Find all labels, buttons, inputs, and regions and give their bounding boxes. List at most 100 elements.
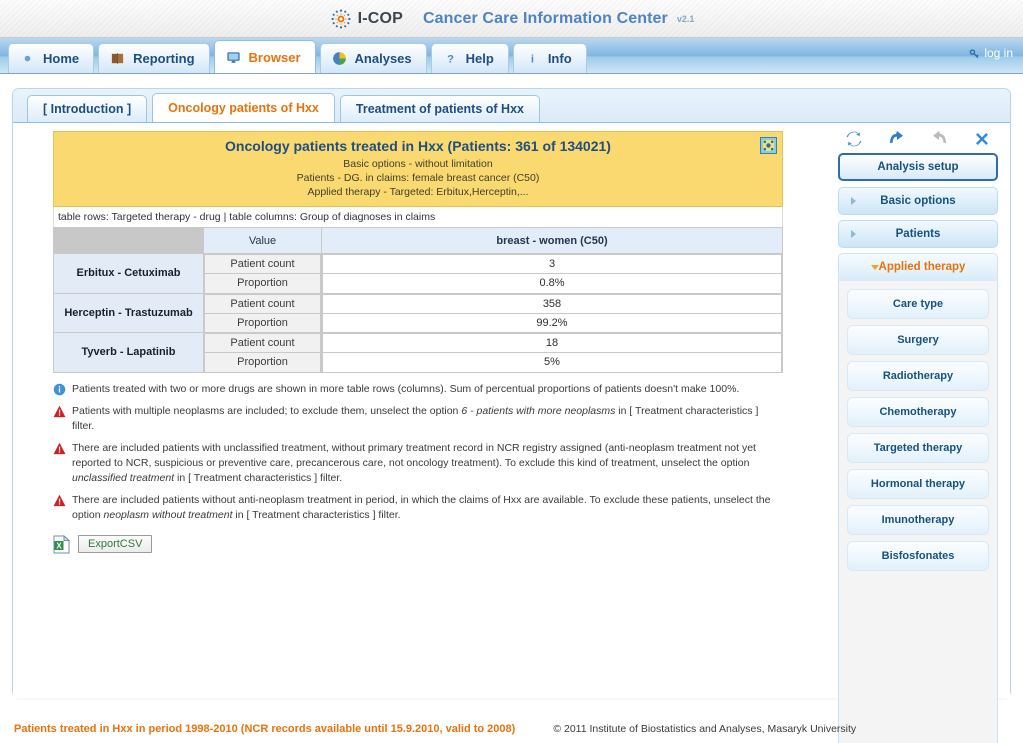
table-measure-cell-1: Patient count Proportion [203, 292, 322, 333]
sidebar-section-basic-options[interactable]: Basic options [838, 187, 998, 215]
sidebar-item-imunotherapy[interactable]: Imunotherapy [847, 505, 989, 535]
table-axis-description: table rows: Targeted therapy - drug | ta… [53, 207, 783, 227]
report-content: Oncology patients treated in Hxx (Patien… [53, 131, 783, 554]
cell-patient-count: 18 [322, 333, 782, 353]
nav-tab-help[interactable]: ? Help [430, 43, 509, 73]
cell-proportion: 0.8% [322, 273, 782, 293]
note-warning-1: Patients with multiple neoplasms are inc… [53, 404, 779, 434]
cell-patient-count: 3 [322, 254, 782, 274]
sidebar-item-chemotherapy[interactable]: Chemotherapy [847, 397, 989, 427]
chevron-right-icon [851, 230, 856, 238]
main-navigation: Home Reporting Browser Analyses ? Help i… [0, 38, 1023, 74]
table-row: Erbitux - Cetuximab Patient count Propor… [53, 253, 783, 294]
measure-label: Patient count [204, 293, 321, 314]
cell-patient-count: 358 [322, 293, 782, 314]
main-panel: [ Introduction ] Oncology patients of Hx… [12, 88, 1011, 743]
sidebar-section-applied-therapy-label: Applied therapy [878, 261, 966, 273]
sidebar-item-label: Hormonal therapy [870, 478, 966, 490]
report-subtitle-2: Patients - DG. in claims: female breast … [296, 172, 540, 184]
sidebar-item-label: Imunotherapy [881, 514, 955, 526]
nav-tab-browser-label: Browser [248, 49, 301, 65]
chevron-right-icon [851, 197, 856, 205]
excel-file-icon[interactable]: X [53, 534, 70, 554]
question-mark-icon: ? [447, 54, 454, 66]
note-text-part-a: Patients with multiple neoplasms are inc… [72, 404, 462, 417]
close-icon[interactable] [972, 129, 992, 149]
logo: I-COP [329, 7, 403, 31]
sidebar-item-radiotherapy[interactable]: Radiotherapy [847, 361, 989, 391]
note-text-emphasis: 6 - patients with more neoplasms [461, 404, 616, 417]
note-text-emphasis: neoplasm without treatment [103, 508, 233, 521]
book-icon [112, 53, 124, 64]
table-row: Herceptin - Trastuzumab Patient count Pr… [53, 292, 783, 333]
report-subtitle-3: Applied therapy - Targeted: Erbitux,Herc… [307, 186, 529, 198]
app-title: Cancer Care Information Center [423, 9, 668, 27]
sub-tab-oncology-patients-label: Oncology patients of Hxx [168, 101, 319, 115]
sidebar-item-label: Bisfosfonates [881, 550, 955, 562]
note-warning-1-text: Patients with multiple neoplasms are inc… [72, 404, 779, 434]
measure-label: Proportion [204, 312, 321, 332]
analysis-setup-label: Analysis setup [877, 161, 959, 173]
nav-tab-home-label: Home [43, 51, 80, 66]
analysis-setup-button[interactable]: Analysis setup [838, 153, 998, 181]
nav-tab-help-label: Help [465, 51, 494, 66]
svg-text:?: ? [447, 54, 454, 66]
app-version: v2.1 [676, 13, 695, 24]
sub-tab-bar: [ Introduction ] Oncology patients of Hx… [13, 89, 1010, 123]
login-link-label: log in [984, 46, 1013, 60]
table-row-label-0: Erbitux - Cetuximab [53, 253, 204, 294]
sub-tab-introduction[interactable]: [ Introduction ] [27, 95, 148, 122]
note-warning-3-text: There are included patients without anti… [72, 493, 779, 523]
sidebar-item-label: Chemotherapy [879, 406, 957, 418]
workspace: Oncology patients treated in Hxx (Patien… [13, 123, 1010, 743]
table-corner-cell [53, 227, 204, 254]
report-header: Oncology patients treated in Hxx (Patien… [53, 131, 783, 207]
brand-bar: I-COP Cancer Care Information Center v2.… [0, 0, 1023, 38]
report-title: Oncology patients treated in Hxx (Patien… [225, 138, 611, 154]
note-text-part-a: There are included patients with unclass… [72, 441, 756, 469]
nav-tab-home[interactable]: Home [8, 43, 95, 73]
sub-tab-treatment-of-patients[interactable]: Treatment of patients of Hxx [339, 95, 540, 122]
measure-label: Proportion [204, 352, 321, 372]
note-text-part-b: in [ Treatment characteristics ] filter. [232, 508, 401, 521]
sidebar-item-label: Surgery [897, 334, 939, 346]
notes-list: Patients treated with two or more drugs … [53, 382, 783, 523]
sidebar-item-surgery[interactable]: Surgery [847, 325, 989, 355]
sidebar-item-targeted-therapy[interactable]: Targeted therapy [847, 433, 989, 463]
nav-tab-info[interactable]: i Info [512, 43, 587, 73]
sub-tab-oncology-patients[interactable]: Oncology patients of Hxx [152, 93, 335, 122]
measure-label: Patient count [204, 333, 321, 353]
sidebar-section-patients[interactable]: Patients [838, 220, 998, 248]
sidebar-group-body: Care type Surgery Radiotherapy Chemother… [839, 281, 997, 743]
sidebar-item-bisfosfonates[interactable]: Bisfosfonates [847, 541, 989, 571]
nav-tab-browser[interactable]: Browser [213, 40, 316, 73]
note-info: Patients treated with two or more drugs … [53, 382, 779, 397]
sidebar-item-hormonal-therapy[interactable]: Hormonal therapy [847, 469, 989, 499]
sidebar-section-applied-therapy[interactable]: Applied therapy [839, 254, 997, 281]
nav-tab-reporting[interactable]: Reporting [98, 43, 210, 73]
login-link[interactable]: log in [969, 46, 1013, 60]
expand-maximize-icon[interactable] [760, 137, 777, 154]
sub-tab-treatment-of-patients-label: Treatment of patients of Hxx [355, 102, 524, 116]
footer-copyright: © 2011 Institute of Biostatistics and An… [553, 723, 857, 735]
nav-tab-info-label: Info [547, 51, 572, 66]
refresh-icon[interactable] [844, 129, 864, 149]
cell-proportion: 5% [322, 352, 782, 372]
pie-chart-icon [332, 52, 346, 65]
sub-tab-introduction-label: [ Introduction ] [43, 102, 132, 116]
measure-label: Patient count [204, 254, 321, 274]
note-warning-2: There are included patients with unclass… [53, 441, 779, 486]
undo-icon[interactable] [887, 129, 907, 149]
measure-label: Proportion [204, 273, 321, 293]
nav-tab-reporting-label: Reporting [133, 51, 195, 66]
note-warning-3: There are included patients without anti… [53, 493, 779, 523]
export-csv-button[interactable]: ExportCSV [78, 535, 153, 553]
cell-proportion: 99.2% [322, 312, 782, 332]
sidebar-item-care-type[interactable]: Care type [847, 289, 989, 319]
svg-text:X: X [56, 541, 62, 550]
sidebar-group-applied-therapy: Applied therapy Care type Surgery Radiot… [838, 253, 998, 743]
bullet-icon [24, 55, 31, 62]
chevron-down-icon [870, 264, 879, 270]
nav-tab-analyses[interactable]: Analyses [319, 43, 427, 73]
info-i-icon: i [531, 54, 534, 66]
